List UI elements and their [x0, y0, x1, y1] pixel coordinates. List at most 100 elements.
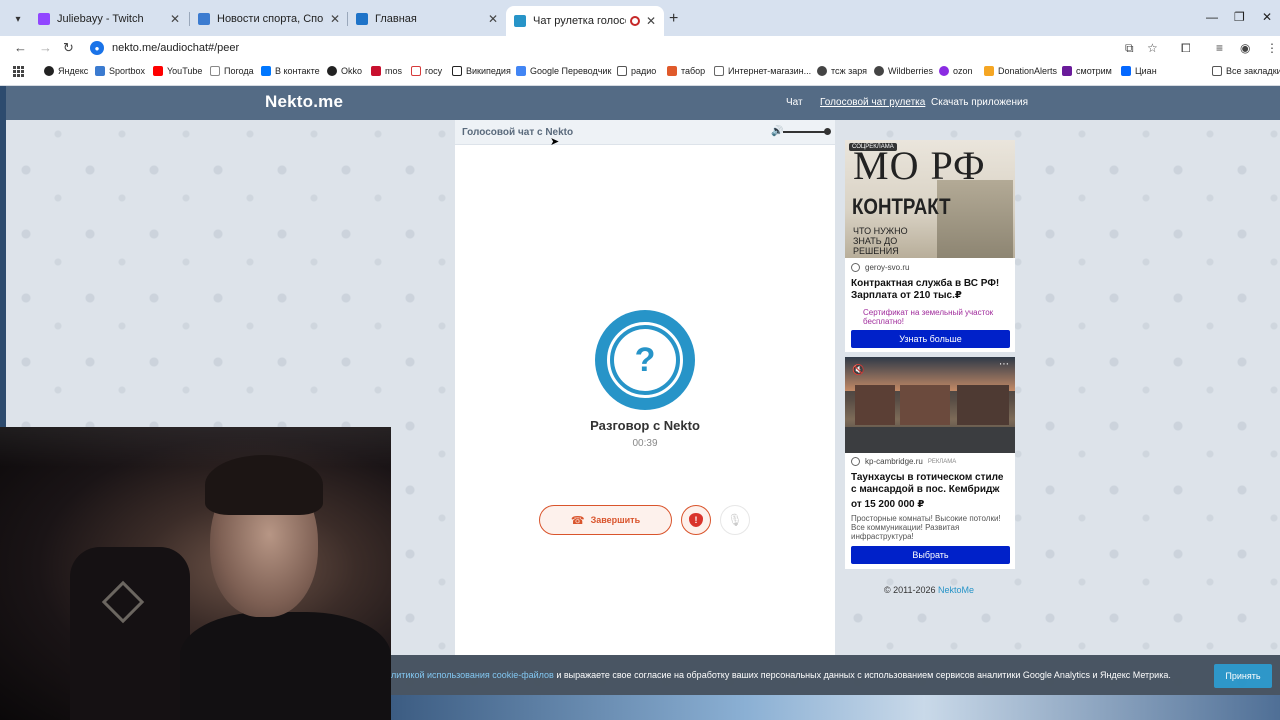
install-app-icon[interactable]: ⧉	[1125, 41, 1134, 56]
browser-menu-icon[interactable]: ⋮	[1266, 41, 1278, 55]
site-header: Nekto.me Чат Голосовой чат рулетка Скача…	[6, 86, 1280, 120]
ad-promo-text: Сертификат на земельный участок бесплатн…	[863, 308, 994, 326]
bookmark-gosu[interactable]: госу	[411, 66, 442, 76]
ad-domain[interactable]: geroy-svo.ru	[851, 263, 909, 272]
bookmark-radio[interactable]: радио	[617, 66, 656, 76]
minimize-icon[interactable]: —	[1206, 10, 1218, 24]
close-icon[interactable]: ✕	[488, 12, 498, 26]
apps-grid-icon[interactable]	[13, 66, 24, 77]
bookmark-cian[interactable]: Циан	[1121, 66, 1157, 76]
volume-slider-handle[interactable]	[824, 128, 831, 135]
nekto-favicon-icon	[514, 15, 526, 27]
tszh-icon	[817, 66, 827, 76]
new-tab-plus-icon[interactable]: +	[669, 10, 678, 28]
bookmark-youtube[interactable]: YouTube	[153, 66, 202, 76]
bookmark-label: Okko	[341, 66, 363, 76]
microphone-button[interactable]: 🎙	[720, 505, 750, 535]
mute-icon[interactable]: 🔇	[852, 365, 864, 376]
tab-home[interactable]: Главная ✕	[348, 6, 506, 32]
volume-icon[interactable]: 🔊	[771, 126, 783, 137]
more-options-icon[interactable]: ⋯	[999, 359, 1009, 370]
tab-nekto-active[interactable]: Чат рулетка голосовая — ✕	[506, 6, 664, 36]
bookmark-star-icon[interactable]: ☆	[1147, 41, 1158, 55]
cian-icon	[1121, 66, 1131, 76]
nav-chat[interactable]: Чат	[786, 97, 803, 108]
restore-icon[interactable]: ❐	[1234, 10, 1245, 24]
person-body	[180, 612, 391, 720]
ad-video[interactable]: 🔇 ⋯	[845, 357, 1015, 453]
bookmark-label: DonationAlerts	[998, 66, 1058, 76]
recording-icon	[629, 16, 640, 26]
choose-button[interactable]: Выбрать	[851, 546, 1010, 564]
extensions-icon[interactable]: ⧠	[1181, 41, 1191, 56]
report-button[interactable]: !	[681, 505, 711, 535]
ad-headline[interactable]: Контрактная служба в ВС РФ! Зарплата от …	[851, 278, 1011, 302]
bookmark-label: В контакте	[275, 66, 320, 76]
tab-twitch[interactable]: Juliebayy - Twitch ✕	[30, 6, 188, 32]
window-close-icon[interactable]: ✕	[1262, 10, 1272, 24]
url-text[interactable]: nekto.me/audiochat#/peer	[112, 42, 239, 54]
forward-arrow-icon[interactable]: →	[39, 40, 52, 55]
folder-icon	[617, 66, 627, 76]
microphone-site-icon[interactable]: ●	[90, 41, 104, 55]
accept-cookies-button[interactable]: Принять	[1214, 664, 1272, 688]
webcam-glare	[0, 427, 391, 467]
bookmark-vk[interactable]: В контакте	[261, 66, 320, 76]
bookmark-donationalerts[interactable]: DonationAlerts	[984, 66, 1057, 76]
close-icon[interactable]: ✕	[170, 12, 180, 26]
bookmark-label: YouTube	[167, 66, 203, 76]
bookmark-ozon[interactable]: ozon	[939, 66, 973, 76]
globe-icon	[851, 457, 860, 466]
phone-hangup-icon: ☎	[570, 514, 585, 527]
desktop-wallpaper	[391, 695, 1280, 720]
site-logo[interactable]: Nekto.me	[265, 92, 343, 112]
conversation-title: Разговор с Nekto	[590, 418, 700, 433]
bookmark-yandex[interactable]: Яндекс	[44, 66, 88, 76]
ad-price: от 15 200 000 ₽	[851, 499, 925, 510]
tab-sport-news[interactable]: Новости спорта, Спортивная ✕	[190, 6, 348, 32]
bookmark-wildberries[interactable]: Wildberries	[874, 66, 933, 76]
bookmark-weather[interactable]: Погода	[210, 66, 254, 76]
profile-avatar-icon[interactable]: ◉	[1240, 41, 1250, 55]
ad-image-title: МО РФ	[853, 143, 986, 188]
bookmark-tszh-zarya[interactable]: тсж заря	[817, 66, 867, 76]
okko-icon	[327, 66, 337, 76]
bookmark-label: Яндекс	[58, 66, 89, 76]
ad-description: Просторные комнаты! Высокие потолки! Все…	[851, 514, 1001, 541]
tab-search-chevron-icon[interactable]: ▾	[8, 9, 28, 29]
bookmark-okko[interactable]: Okko	[327, 66, 362, 76]
cookie-policy-link[interactable]: литикой использования cookie-файлов	[391, 670, 554, 680]
nav-download-apps[interactable]: Скачать приложения	[931, 97, 1028, 108]
ad-townhouses[interactable]: 🔇 ⋯ kp-cambridge.ru РЕКЛАМА Таунхаусы в …	[845, 357, 1015, 569]
ad-promo[interactable]: Сертификат на земельный участок бесплатн…	[851, 308, 1011, 326]
volume-slider[interactable]	[783, 131, 829, 133]
reload-icon[interactable]: ↻	[63, 40, 74, 56]
bookmark-internet-shop[interactable]: Интернет-магазин...	[714, 66, 811, 76]
bookmark-tabor[interactable]: табор	[667, 66, 705, 76]
end-call-button[interactable]: ☎ Завершить	[539, 505, 672, 535]
bookmark-wikipedia[interactable]: Википедия	[452, 66, 511, 76]
avatar-ring: ?	[607, 322, 683, 398]
nektome-link[interactable]: NektoMe	[938, 585, 974, 595]
learn-more-button[interactable]: Узнать больше	[851, 330, 1010, 348]
video-house	[957, 385, 1009, 425]
bookmark-smotrim[interactable]: смотрим	[1062, 66, 1112, 76]
bookmark-google-translate[interactable]: Google Переводчик	[516, 66, 611, 76]
back-arrow-icon[interactable]: ←	[14, 40, 27, 55]
close-icon[interactable]: ✕	[330, 12, 340, 26]
nav-voice-chat[interactable]: Голосовой чат рулетка	[820, 97, 925, 108]
close-icon[interactable]: ✕	[646, 14, 656, 28]
bookmark-sportbox[interactable]: Sportbox	[95, 66, 145, 76]
all-bookmarks[interactable]: Все закладки	[1212, 66, 1280, 76]
bookmark-label: госу	[425, 66, 443, 76]
media-controls-icon[interactable]: ≡	[1216, 41, 1223, 55]
yandex-icon	[44, 66, 54, 76]
bookmark-label: смотрим	[1076, 66, 1112, 76]
tab-title: Чат рулетка голосовая —	[533, 15, 626, 27]
bookmark-mos[interactable]: mos	[371, 66, 402, 76]
ad-image[interactable]: СОЦРЕКЛАМА МО РФ КОНТРАКТ ЧТО НУЖНО ЗНАТ…	[845, 140, 1015, 258]
ad-headline[interactable]: Таунхаусы в готическом стиле с мансардой…	[851, 472, 1011, 496]
ad-contract-service[interactable]: СОЦРЕКЛАМА МО РФ КОНТРАКТ ЧТО НУЖНО ЗНАТ…	[845, 140, 1015, 352]
address-bar[interactable]: ● nekto.me/audiochat#/peer	[84, 37, 1169, 59]
ad-domain[interactable]: kp-cambridge.ru РЕКЛАМА	[851, 457, 956, 466]
